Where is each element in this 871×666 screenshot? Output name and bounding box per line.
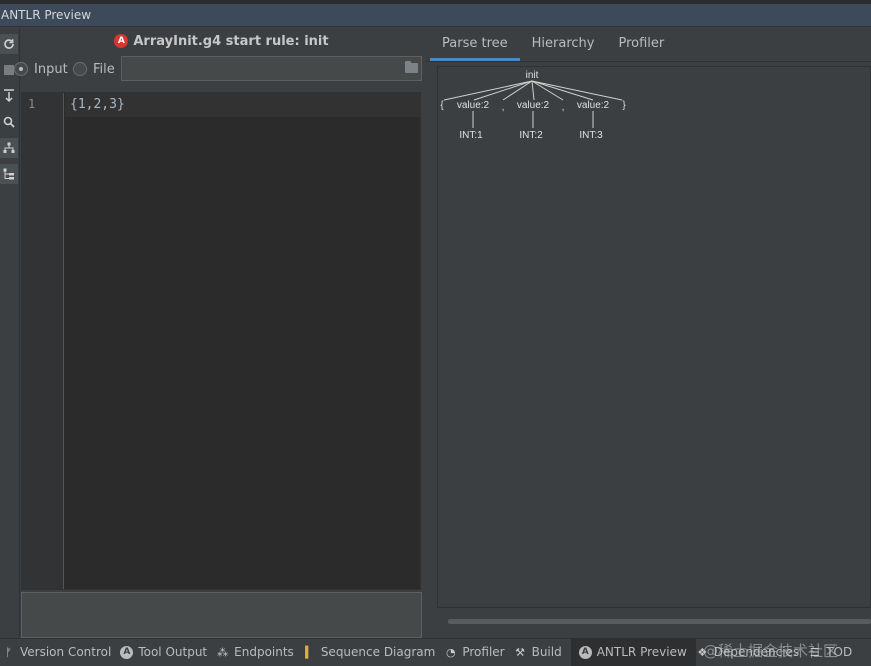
watermark-text: @稀土掘金技术社区 (703, 642, 839, 660)
input-editor[interactable]: 1 {1,2,3} (21, 92, 421, 590)
file-path-field[interactable] (121, 56, 422, 81)
tab-hierarchy[interactable]: Hierarchy (520, 28, 607, 61)
preview-tabs: Parse tree Hierarchy Profiler (426, 28, 871, 62)
antlr-icon: A (120, 645, 134, 659)
tree-node-comma-2[interactable]: , (562, 102, 565, 113)
code-text[interactable]: {1,2,3} (70, 97, 125, 112)
input-panel: A ArrayInit.g4 start rule: init Input Fi… (14, 28, 422, 638)
tree-leaf-int-1[interactable]: INT:1 (459, 130, 483, 141)
file-radio[interactable] (73, 62, 87, 76)
status-item-profiler[interactable]: ◔ Profiler (444, 639, 513, 666)
vertical-toolbar (0, 28, 20, 636)
version-control-icon: ᚠ (5, 645, 12, 659)
line-gutter: 1 (22, 93, 64, 589)
input-radio-label: Input (34, 61, 68, 77)
line-number: 1 (28, 97, 36, 111)
status-item-tool-output[interactable]: A Tool Output (120, 639, 216, 666)
status-label: ANTLR Preview (596, 645, 687, 659)
sequence-diagram-icon: ▍ (305, 645, 314, 659)
tree-node-comma-1[interactable]: , (502, 102, 505, 113)
status-label: Build (531, 645, 562, 659)
status-item-antlr-preview[interactable]: A ANTLR Preview (570, 638, 696, 666)
tab-profiler[interactable]: Profiler (606, 28, 676, 61)
status-item-sequence-diagram[interactable]: ▍ Sequence Diagram (303, 639, 445, 666)
hierarchy-icon[interactable] (0, 164, 18, 184)
hammer-icon: ⚒ (515, 645, 526, 659)
preview-panel: Parse tree Hierarchy Profiler init { val… (426, 28, 871, 638)
window-title: ANTLR Preview (1, 8, 92, 22)
export-icon[interactable] (0, 86, 18, 106)
input-radio[interactable] (14, 62, 28, 76)
tree-node-root[interactable]: init (526, 70, 539, 81)
code-area[interactable]: {1,2,3} (65, 93, 420, 589)
refresh-icon[interactable] (0, 34, 18, 54)
status-label: Endpoints (234, 645, 294, 659)
tree-node-value-3[interactable]: value:2 (577, 100, 610, 111)
source-selector: Input File (14, 56, 422, 82)
endpoints-icon: ⁂ (217, 645, 229, 659)
tab-parse-tree[interactable]: Parse tree (430, 28, 520, 61)
tree-leaf-int-3[interactable]: INT:3 (579, 130, 603, 141)
tree-leaf-int-2[interactable]: INT:2 (519, 130, 543, 141)
input-radio-option[interactable]: Input (14, 62, 68, 77)
folder-icon[interactable] (405, 61, 418, 73)
antlr-error-icon: A (114, 34, 129, 48)
grammar-header: A ArrayInit.g4 start rule: init (21, 28, 422, 54)
tree-icon[interactable] (0, 138, 18, 158)
search-icon[interactable] (0, 112, 18, 132)
status-item-build[interactable]: ⚒ Build (514, 639, 571, 666)
status-item-endpoints[interactable]: ⁂ Endpoints (216, 639, 303, 666)
tool-window-titlebar: ANTLR Preview (0, 4, 871, 27)
grammar-title: ArrayInit.g4 start rule: init (133, 33, 329, 49)
console-output-box[interactable] (21, 592, 422, 638)
tree-node-value-2[interactable]: value:2 (517, 100, 550, 111)
tree-node-rbrace[interactable]: } (622, 100, 626, 111)
file-radio-option[interactable]: File (73, 62, 115, 77)
profiler-icon: ◔ (446, 645, 456, 659)
status-label: Version Control (20, 645, 112, 659)
file-radio-label: File (93, 61, 115, 77)
tree-node-value-1[interactable]: value:2 (457, 100, 490, 111)
parse-tree-diagram: init { value:2 , value:2 , value:2 } INT… (440, 70, 626, 141)
antlr-icon: A (578, 645, 592, 659)
tree-node-lbrace[interactable]: { (440, 100, 444, 111)
horizontal-scrollbar[interactable] (448, 619, 871, 624)
status-label: Sequence Diagram (320, 645, 436, 659)
parse-tree-canvas[interactable]: init { value:2 , value:2 , value:2 } INT… (437, 66, 871, 608)
status-label: Profiler (462, 645, 505, 659)
status-item-version-control[interactable]: ᚠ Version Control (0, 639, 120, 666)
status-label: Tool Output (138, 645, 208, 659)
